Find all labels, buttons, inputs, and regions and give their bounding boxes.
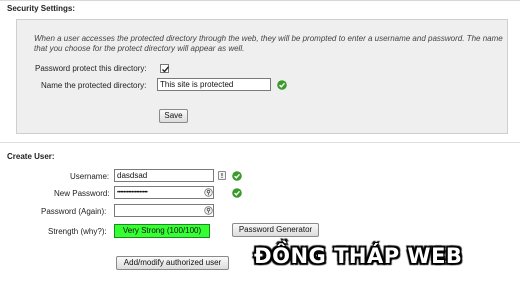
new-password-label: New Password: xyxy=(54,189,110,198)
password-again-label: Password (Again): xyxy=(41,207,107,216)
new-password-valid-icon xyxy=(232,188,242,198)
section-divider xyxy=(0,142,520,143)
key-icon[interactable] xyxy=(204,206,213,215)
checkmark-icon xyxy=(162,66,170,73)
create-user-title: Create User: xyxy=(7,152,55,161)
strength-why-link[interactable]: (why?): xyxy=(80,227,106,236)
strength-label-text: Strength xyxy=(48,227,79,236)
password-strength-meter: Very Strong (100/100) xyxy=(114,224,210,238)
add-modify-user-button[interactable]: Add/modify authorized user xyxy=(116,256,229,270)
password-again-input[interactable] xyxy=(114,204,214,217)
exclamation-icon xyxy=(221,173,223,178)
protected-directory-name-label: Name the protected directory: xyxy=(41,81,147,90)
password-generator-button[interactable]: Password Generator xyxy=(232,223,319,237)
top-border xyxy=(0,0,520,1)
protect-directory-label: Password protect this directory: xyxy=(35,64,147,73)
key-icon[interactable] xyxy=(204,188,213,197)
strength-label: Strength (why?): xyxy=(48,227,107,236)
username-input[interactable]: dasdsad xyxy=(114,169,214,182)
watermark-text: ĐỒNG THÁP WEB xyxy=(254,244,463,268)
security-settings-title: Security Settings: xyxy=(7,4,76,13)
protected-directory-name-input[interactable]: This site is protected xyxy=(157,78,271,91)
new-password-input[interactable]: ••••••••••••••••••• xyxy=(114,186,214,199)
username-valid-icon xyxy=(232,171,242,181)
security-description: When a user accesses the protected direc… xyxy=(34,34,503,53)
username-label: Username: xyxy=(70,172,110,181)
save-button[interactable]: Save xyxy=(159,109,188,123)
protect-directory-checkbox[interactable] xyxy=(160,64,170,73)
info-icon[interactable] xyxy=(218,171,226,180)
valid-check-icon xyxy=(277,80,287,90)
